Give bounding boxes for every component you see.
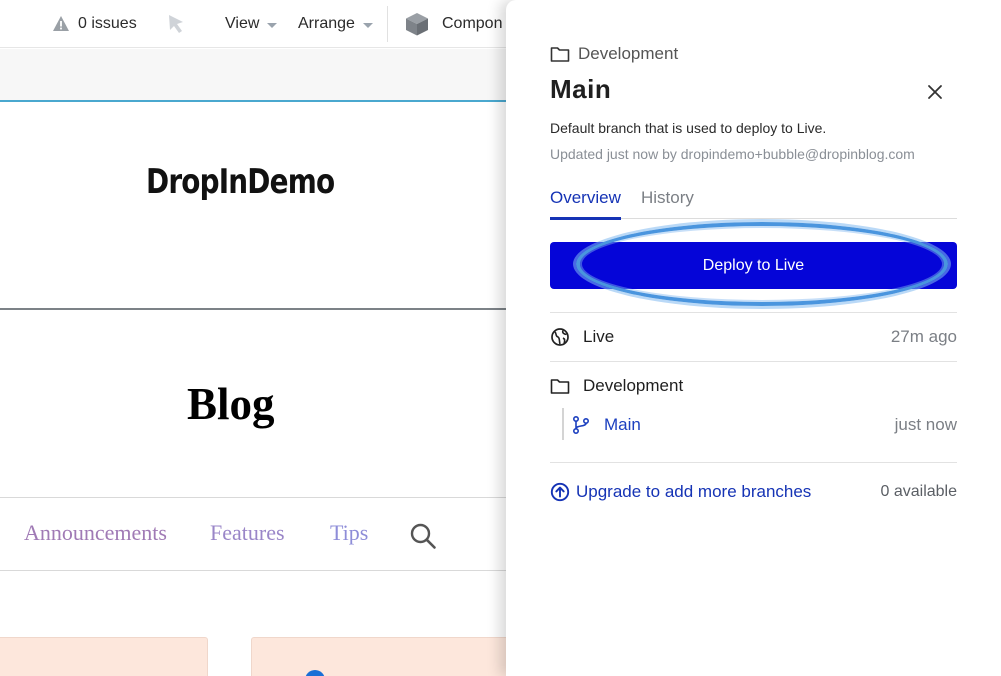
cursor-icon (169, 15, 183, 33)
deploy-to-live-button[interactable]: Deploy to Live (550, 242, 957, 289)
editor-canvas: 0 issues View Arrange Compon DropInDemo … (0, 0, 510, 676)
upgrade-row: Upgrade to add more branches 0 available (550, 462, 957, 520)
folder-icon (550, 379, 570, 394)
breadcrumb-label[interactable]: Development (578, 44, 678, 64)
live-label: Live (583, 327, 615, 346)
search-icon[interactable] (409, 522, 437, 550)
cursor-tool-button[interactable] (166, 0, 188, 48)
category-link-announcements[interactable]: Announcements (24, 520, 167, 546)
git-branch-icon (572, 415, 590, 435)
components-label: Compon (442, 15, 503, 32)
globe-icon (551, 328, 569, 346)
blog-title: Blog (187, 379, 275, 429)
arrow-up-circle-icon (550, 482, 570, 501)
cube-icon (406, 13, 428, 36)
branch-description: Default branch that is used to deploy to… (550, 120, 827, 136)
main-updated-time: just now (894, 415, 957, 434)
toolbar-divider (387, 6, 388, 42)
panel-title: Main (550, 74, 612, 104)
development-label: Development (583, 376, 684, 395)
live-updated-time: 27m ago (890, 327, 957, 346)
branch-panel: Development Main Default branch that is … (506, 0, 1001, 676)
folder-icon (550, 47, 570, 62)
tab-history[interactable]: History (641, 188, 694, 208)
view-label: View (225, 15, 260, 32)
editor-subbar (0, 49, 510, 102)
editor-toolbar: 0 issues View Arrange Compon (0, 0, 510, 48)
branch-row-main[interactable]: Main just now (550, 408, 957, 442)
issues-button[interactable]: 0 issues (52, 0, 137, 48)
branches-available-count: 0 available (880, 482, 958, 500)
warning-icon (53, 16, 69, 31)
arrange-label: Arrange (298, 15, 355, 32)
arrange-menu[interactable]: Arrange (298, 0, 373, 48)
upgrade-link[interactable]: Upgrade to add more branches (576, 482, 811, 502)
panel-tabs: Overview History (550, 184, 957, 220)
site-logo[interactable]: DropInDemo (146, 162, 335, 202)
close-icon[interactable] (925, 82, 945, 102)
category-link-features[interactable]: Features (210, 520, 285, 546)
live-environment-row[interactable]: Live 27m ago (550, 312, 957, 362)
breadcrumb: Development (550, 44, 678, 64)
category-nav: Announcements Features Tips (0, 497, 510, 571)
branch-link-main[interactable]: Main (604, 415, 641, 435)
development-row[interactable]: Development (550, 370, 957, 402)
chevron-down-icon (362, 22, 373, 28)
updated-info: Updated just now by dropindemo+bubble@dr… (550, 146, 915, 162)
chevron-down-icon (267, 22, 278, 28)
post-card[interactable] (0, 637, 208, 676)
post-card[interactable] (251, 637, 510, 676)
view-menu[interactable]: View (225, 0, 278, 48)
issues-label: 0 issues (78, 15, 137, 32)
tab-overview[interactable]: Overview (550, 188, 621, 220)
category-link-tips[interactable]: Tips (330, 520, 368, 546)
components-button[interactable]: Compon (404, 0, 502, 48)
site-header: DropInDemo (0, 104, 510, 310)
